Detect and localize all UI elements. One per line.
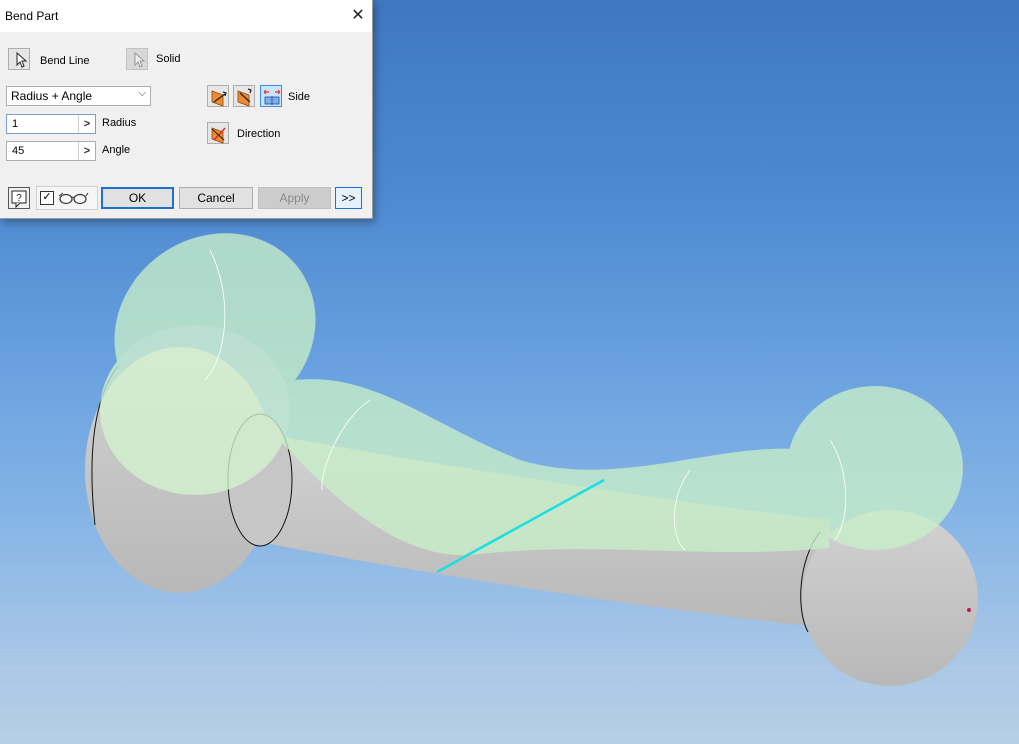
side-symmetric-button[interactable] (260, 85, 282, 107)
solid-select-button[interactable] (126, 48, 148, 70)
side-label: Side (288, 91, 311, 103)
radius-flyout-arrow-icon[interactable]: > (78, 115, 95, 133)
ok-button[interactable]: OK (101, 187, 174, 209)
solid-select-icon (134, 51, 146, 68)
bend-part-dialog: Bend Part ✕ Bend Line Solid Radius + Ang… (0, 0, 373, 219)
help-icon: ? (11, 190, 27, 209)
flip-side-icon (211, 90, 227, 107)
more-options-button[interactable]: >> (335, 187, 362, 209)
bend-method-select[interactable]: Radius + Angle ⌵ (6, 86, 151, 106)
side-bend-button[interactable] (233, 85, 255, 107)
preview-checkbox[interactable]: ✓ (40, 191, 54, 205)
side-flip-button[interactable] (207, 85, 229, 107)
preview-glasses-icon (58, 192, 89, 205)
symmetric-side-icon (263, 89, 281, 105)
bend-line-label: Bend Line (40, 55, 90, 67)
direction-label: Direction (237, 128, 281, 140)
chevron-down-icon: ⌵ (138, 88, 146, 99)
bend-line-select-button[interactable] (8, 48, 30, 70)
solid-label: Solid (156, 53, 181, 65)
angle-flyout-arrow-icon[interactable]: > (78, 142, 95, 160)
bend-side-icon (237, 88, 252, 107)
angle-value[interactable]: 45 (12, 145, 24, 157)
angle-label: Angle (102, 144, 131, 156)
dialog-title: Bend Part (5, 9, 59, 23)
radius-label: Radius (102, 117, 137, 129)
radius-value[interactable]: 1 (12, 118, 18, 130)
angle-field[interactable]: 45 > (6, 141, 96, 161)
apply-button[interactable]: Apply (258, 187, 331, 209)
svg-text:?: ? (16, 193, 22, 204)
direction-flip-icon (211, 127, 226, 144)
direction-button[interactable] (207, 122, 229, 144)
cursor-arrow-icon (16, 51, 28, 68)
close-icon[interactable]: ✕ (348, 6, 368, 26)
radius-field[interactable]: 1 > (6, 114, 96, 134)
cancel-button[interactable]: Cancel (179, 187, 253, 209)
bend-method-value: Radius + Angle (11, 89, 93, 103)
dialog-titlebar[interactable]: Bend Part ✕ (0, 0, 372, 32)
help-button[interactable]: ? (8, 187, 30, 209)
